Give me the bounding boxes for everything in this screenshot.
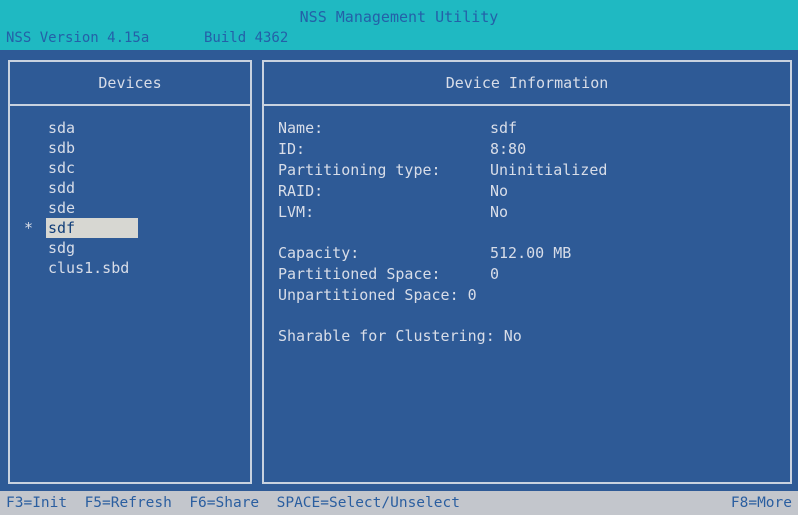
info-value: Uninitialized: [490, 161, 608, 179]
info-row-name: Name: sdf: [278, 118, 790, 139]
device-item-sdd[interactable]: sdd: [10, 178, 250, 198]
device-item-sdf[interactable]: * sdf: [10, 218, 250, 238]
device-info-title: Device Information: [264, 62, 790, 106]
info-value: 8:80: [490, 140, 527, 158]
info-label: Name:: [278, 119, 324, 137]
device-name: sdd: [48, 179, 76, 197]
device-item-sdg[interactable]: sdg: [10, 238, 250, 258]
info-row-partitioned-space: Partitioned Space: 0: [278, 264, 790, 285]
device-name: sdb: [48, 139, 76, 157]
device-name: sdc: [48, 159, 76, 177]
devices-panel-title: Devices: [10, 62, 250, 106]
info-value: 0: [490, 265, 500, 283]
device-item-sde[interactable]: sde: [10, 198, 250, 218]
info-row-unpartitioned-space: Unpartitioned Space: 0: [278, 285, 790, 306]
device-name: sdf: [46, 218, 138, 238]
device-list: sda sdb sdc sdd sde * sdf sdg clus1.sbd: [10, 118, 250, 278]
selection-marker: *: [24, 219, 34, 237]
function-key-bar: F3=Init F5=Refresh F6=Share SPACE=Select…: [0, 491, 798, 515]
info-label: Partitioning type:: [278, 161, 441, 179]
info-value: No: [490, 203, 509, 221]
device-name: sdg: [48, 239, 76, 257]
device-item-sdb[interactable]: sdb: [10, 138, 250, 158]
info-row-sharable: Sharable for Clustering: No: [278, 326, 790, 347]
info-label: LVM:: [278, 203, 315, 221]
device-info-fields: Name: sdf ID: 8:80 Partitioning type: Unini…: [278, 118, 790, 347]
device-name: sde: [48, 199, 76, 217]
device-item-sda[interactable]: sda: [10, 118, 250, 138]
app-title: NSS Management Utility: [299, 8, 499, 26]
device-item-sdc[interactable]: sdc: [10, 158, 250, 178]
info-row-raid: RAID: No: [278, 181, 790, 202]
device-name: sda: [48, 119, 76, 137]
info-row-id: ID: 8:80: [278, 139, 790, 160]
title-bar: NSS Management Utility NSS Version 4.15a…: [0, 0, 798, 50]
version-label: NSS Version 4.15a: [6, 30, 150, 46]
info-label: Partitioned Space:: [278, 265, 441, 283]
device-name: clus1.sbd: [48, 259, 130, 277]
info-row-capacity: Capacity: 512.00 MB: [278, 243, 790, 264]
info-row-partitioning: Partitioning type: Uninitialized: [278, 160, 790, 181]
info-label: Capacity:: [278, 244, 360, 262]
info-value: No: [490, 182, 509, 200]
function-keys[interactable]: F3=Init F5=Refresh F6=Share SPACE=Select…: [6, 491, 460, 515]
build-label: Build 4362: [204, 30, 289, 46]
info-label: ID:: [278, 140, 306, 158]
info-value: 512.00 MB: [490, 244, 572, 262]
info-value: sdf: [490, 119, 518, 137]
info-label: RAID:: [278, 182, 324, 200]
devices-panel: Devices sda sdb sdc sdd sde * sdf sdg clu…: [8, 60, 252, 484]
info-label: Sharable for Clustering: No: [278, 327, 522, 345]
device-info-panel: Device Information Name: sdf ID: 8:80 Part…: [262, 60, 792, 484]
device-item-clus1-sbd[interactable]: clus1.sbd: [10, 258, 250, 278]
info-label: Unpartitioned Space: 0: [278, 286, 477, 304]
more-key[interactable]: F8=More: [731, 491, 792, 515]
info-row-lvm: LVM: No: [278, 202, 790, 223]
